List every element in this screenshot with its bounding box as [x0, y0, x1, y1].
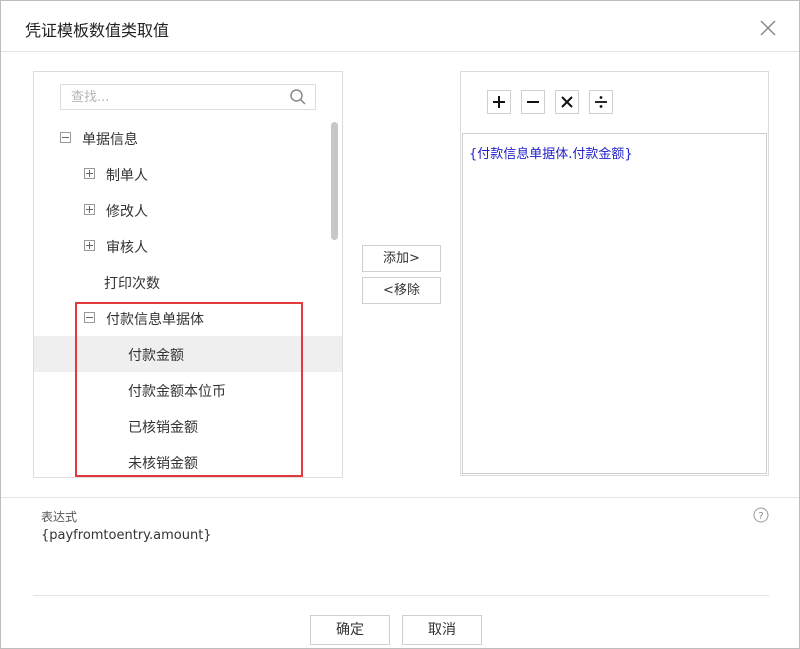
- expand-icon[interactable]: [84, 204, 95, 215]
- multiply-icon[interactable]: [555, 90, 579, 114]
- divide-icon[interactable]: [589, 90, 613, 114]
- tree-node-label: 修改人: [106, 204, 148, 220]
- tree-node-label: 打印次数: [104, 276, 160, 292]
- tree-node-label: 单据信息: [82, 132, 138, 148]
- field-tree-panel: 单据信息 制单人 修改人 审核人 打印次数 付款信息单据体 付款金额 付款金额本…: [33, 71, 343, 478]
- tree-node-label: 审核人: [106, 240, 148, 256]
- tree-node-payment-entry[interactable]: 付款信息单据体: [34, 300, 342, 336]
- section-divider: [1, 497, 799, 498]
- cancel-button[interactable]: 取消: [402, 615, 482, 645]
- tree-node-auditor[interactable]: 审核人: [34, 228, 342, 264]
- add-button[interactable]: 添加>: [362, 245, 441, 272]
- close-icon[interactable]: [757, 17, 779, 39]
- tree-node-label: 付款信息单据体: [106, 312, 204, 328]
- tree-node-creator[interactable]: 制单人: [34, 156, 342, 192]
- expression-editor-panel: {付款信息单据体.付款金额}: [460, 71, 769, 476]
- minus-icon[interactable]: [521, 90, 545, 114]
- expand-icon[interactable]: [84, 240, 95, 251]
- title-divider: [1, 51, 799, 52]
- tree-node-modifier[interactable]: 修改人: [34, 192, 342, 228]
- tree-node-print-count[interactable]: 打印次数: [34, 264, 342, 300]
- tree-node-label: 制单人: [106, 168, 148, 184]
- collapse-icon[interactable]: [84, 312, 95, 323]
- tree-node-label: 未核销金额: [128, 456, 198, 472]
- voucher-template-dialog: 凭证模板数值类取值 单据信息 制单人 修改人 审核人 打印次数: [0, 0, 800, 649]
- tree-node-written-off-amount[interactable]: 已核销金额: [34, 408, 342, 444]
- remove-button[interactable]: <移除: [362, 277, 441, 304]
- search-icon[interactable]: [289, 88, 307, 106]
- tree-node-document-info[interactable]: 单据信息: [34, 120, 342, 156]
- expression-label: 表达式: [41, 510, 78, 524]
- help-icon[interactable]: ?: [753, 507, 769, 523]
- tree-node-payment-amount-local[interactable]: 付款金额本位币: [34, 372, 342, 408]
- scrollbar-thumb[interactable]: [331, 122, 338, 240]
- search-box: [60, 84, 316, 110]
- plus-icon[interactable]: [487, 90, 511, 114]
- footer-divider: [33, 595, 769, 596]
- svg-text:?: ?: [758, 511, 763, 522]
- expand-icon[interactable]: [84, 168, 95, 179]
- expression-content: {付款信息单据体.付款金额}: [469, 147, 633, 162]
- search-input[interactable]: [61, 85, 301, 109]
- tree-node-label: 已核销金额: [128, 420, 198, 436]
- tree-node-label: 付款金额本位币: [128, 384, 226, 400]
- tree-node-payment-amount[interactable]: 付款金额: [34, 336, 342, 372]
- expression-editor[interactable]: {付款信息单据体.付款金额}: [462, 133, 767, 474]
- dialog-title: 凭证模板数值类取值: [25, 21, 170, 40]
- collapse-icon[interactable]: [60, 132, 71, 143]
- expression-value: {payfromtoentry.amount}: [41, 528, 212, 543]
- tree-node-unwritten-off-amount[interactable]: 未核销金额: [34, 444, 342, 477]
- tree-node-label: 付款金额: [128, 348, 184, 364]
- ok-button[interactable]: 确定: [310, 615, 390, 645]
